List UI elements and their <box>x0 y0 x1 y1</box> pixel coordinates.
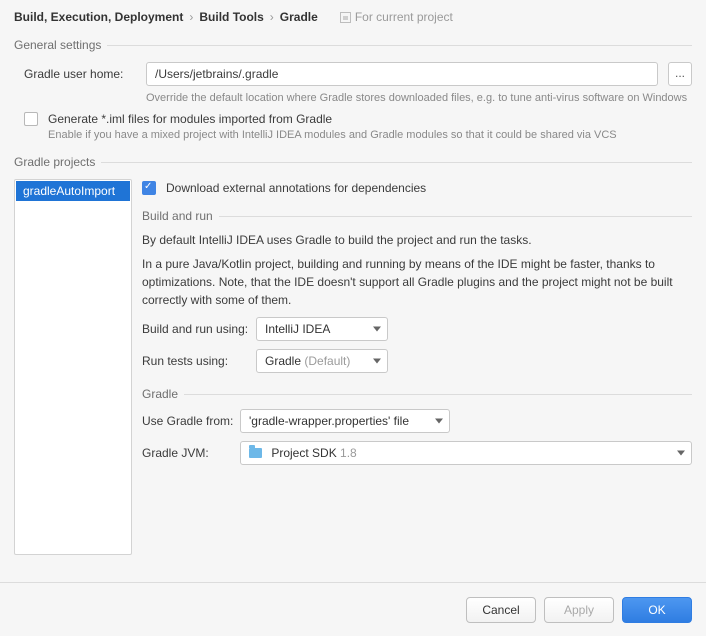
dialog-footer: Cancel Apply OK <box>0 582 706 636</box>
gradle-jvm-combo[interactable]: Project SDK 1.8 <box>240 441 692 465</box>
chevron-down-icon <box>435 419 443 424</box>
chevron-down-icon <box>373 359 381 364</box>
generate-iml-label: Generate *.iml files for modules importe… <box>48 112 617 126</box>
folder-icon <box>249 448 262 458</box>
use-gradle-from-combo[interactable]: 'gradle-wrapper.properties' file <box>240 409 450 433</box>
browse-button[interactable]: ... <box>668 62 692 86</box>
use-gradle-from-label: Use Gradle from: <box>142 414 240 428</box>
section-general: General settings <box>14 38 692 52</box>
breadcrumb-1: Build, Execution, Deployment <box>14 10 183 24</box>
ok-button[interactable]: OK <box>622 597 692 623</box>
download-annotations-checkbox[interactable] <box>142 181 156 195</box>
build-using-label: Build and run using: <box>142 322 256 336</box>
chevron-down-icon <box>677 451 685 456</box>
generate-iml-hint: Enable if you have a mixed project with … <box>48 129 617 141</box>
chevron-right-icon: › <box>189 10 193 24</box>
download-annotations-label: Download external annotations for depend… <box>166 181 426 195</box>
project-settings: Download external annotations for depend… <box>142 179 692 555</box>
section-gradle-projects: Gradle projects <box>14 155 692 169</box>
run-tests-label: Run tests using: <box>142 354 256 368</box>
apply-button[interactable]: Apply <box>544 597 614 623</box>
section-gradle: Gradle <box>142 387 692 401</box>
generate-iml-checkbox[interactable] <box>24 112 38 126</box>
chevron-down-icon <box>373 327 381 332</box>
cancel-button[interactable]: Cancel <box>466 597 536 623</box>
run-tests-combo[interactable]: Gradle (Default) <box>256 349 388 373</box>
gradle-user-home-hint: Override the default location where Grad… <box>146 92 687 104</box>
chevron-right-icon: › <box>270 10 274 24</box>
gradle-user-home-label: Gradle user home: <box>24 67 136 81</box>
copy-icon <box>340 12 351 23</box>
gradle-user-home-input[interactable]: /Users/jetbrains/.gradle <box>146 62 658 86</box>
project-scope-badge: For current project <box>340 10 453 24</box>
build-run-desc-2: In a pure Java/Kotlin project, building … <box>142 255 692 309</box>
settings-panel: Build, Execution, Deployment › Build Too… <box>0 0 706 636</box>
section-build-and-run: Build and run <box>142 209 692 223</box>
build-using-combo[interactable]: IntelliJ IDEA <box>256 317 388 341</box>
breadcrumb-2: Build Tools <box>199 10 263 24</box>
project-list-item[interactable]: gradleAutoImport <box>16 181 130 201</box>
project-list[interactable]: gradleAutoImport <box>14 179 132 555</box>
breadcrumb-3: Gradle <box>280 10 318 24</box>
gradle-jvm-label: Gradle JVM: <box>142 446 240 460</box>
build-run-desc-1: By default IntelliJ IDEA uses Gradle to … <box>142 231 692 249</box>
breadcrumb: Build, Execution, Deployment › Build Too… <box>14 10 692 24</box>
